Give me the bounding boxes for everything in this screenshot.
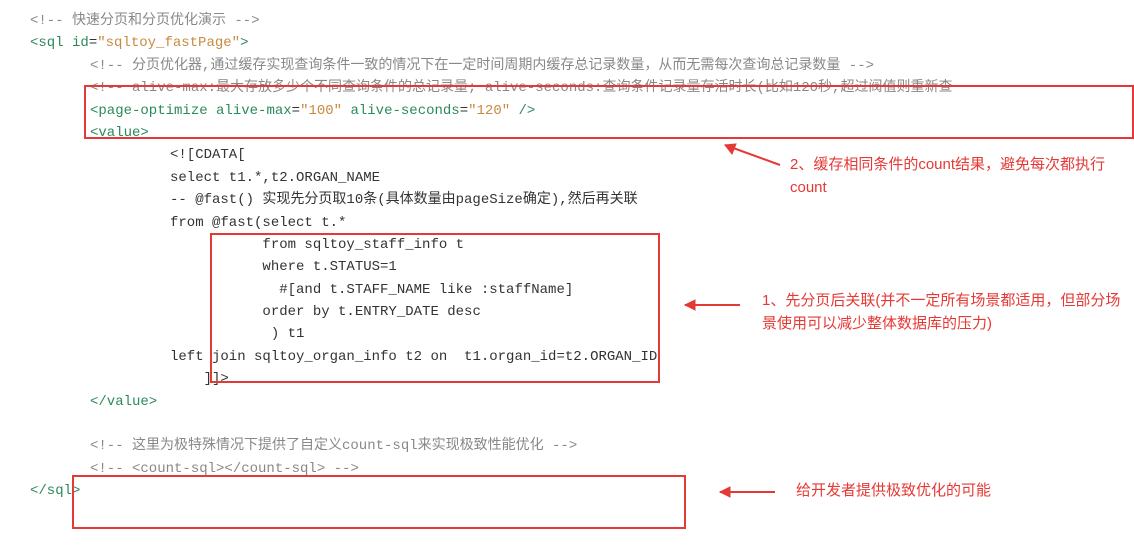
cdata-close: ]]> [10,368,1124,390]
annotation-3: 给开发者提供极致优化的可能 [796,480,1096,503]
comment-line: <!-- 快速分页和分页优化演示 --> [10,10,1124,32]
code-block: <!-- 快速分页和分页优化演示 --> <sql id="sqltoy_fas… [10,10,1124,503]
arrow-icon [705,482,785,502]
comment-line: <!-- 分页优化器,通过缓存实现查询条件一致的情况下在一定时间周期内缓存总记录… [10,55,1124,77]
value-open-tag: <value> [10,122,1124,144]
sql-line: from sqltoy_staff_info t [10,234,1124,256]
blank-line [10,413,1124,435]
comment-line: <!-- 这里为极特殊情况下提供了自定义count-sql来实现极致性能优化 -… [10,435,1124,457]
comment-line: <!-- alive-max:最大存放多少个不同查询条件的总记录量; alive… [10,77,1124,99]
value-close-tag: </value> [10,391,1124,413]
arrow-icon [670,295,750,315]
sql-line: where t.STATUS=1 [10,256,1124,278]
sql-line: from @fast(select t.* [10,212,1124,234]
arrow-icon [710,140,790,170]
sql-line: left join sqltoy_organ_info t2 on t1.org… [10,346,1124,368]
annotation-1: 2、缓存相同条件的count结果，避免每次都执行count [790,154,1110,199]
sql-open-tag: <sql id="sqltoy_fastPage"> [10,32,1124,54]
page-optimize-tag: <page-optimize alive-max="100" alive-sec… [10,100,1124,122]
annotation-2: 1、先分页后关联(并不一定所有场景都适用，但部分场景使用可以减少整体数据库的压力… [762,290,1132,335]
comment-line: <!-- <count-sql></count-sql> --> [10,458,1124,480]
